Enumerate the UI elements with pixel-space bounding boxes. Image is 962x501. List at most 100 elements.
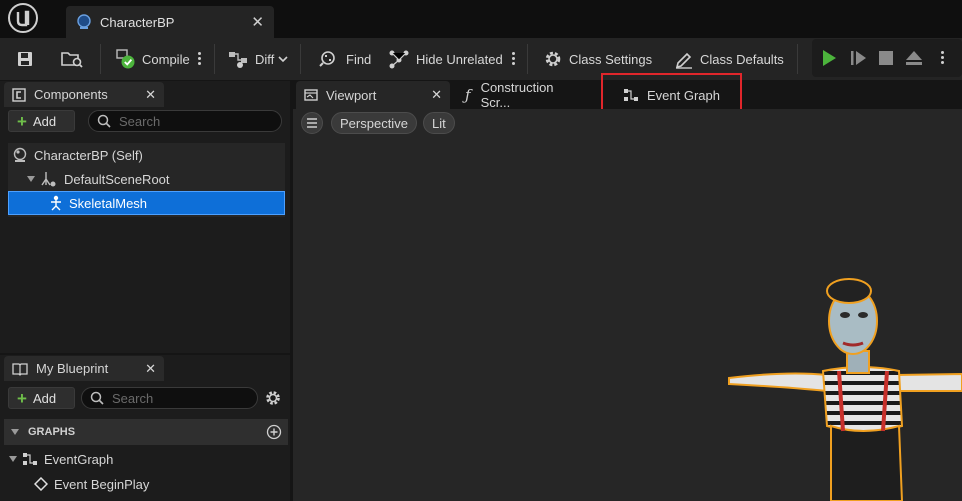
- event-diamond-icon: [34, 477, 48, 491]
- diff-button[interactable]: Diff: [221, 44, 294, 74]
- hide-unrelated-label: Hide Unrelated: [416, 51, 503, 67]
- diff-icon: [227, 49, 249, 69]
- my-blueprint-panel: + Add Search GRAPHS EventGraph Event Beg…: [0, 381, 290, 501]
- play-controls: [812, 39, 962, 77]
- add-graph-icon[interactable]: [266, 424, 282, 440]
- find-icon: [318, 49, 340, 69]
- chevron-down-icon: [278, 55, 288, 63]
- my-blueprint-add-label: Add: [32, 390, 57, 406]
- search-icon: [97, 114, 111, 128]
- compile-label: Compile: [142, 51, 190, 67]
- perspective-button[interactable]: Perspective: [331, 112, 417, 134]
- class-settings-label: Class Settings: [569, 51, 653, 67]
- tree-item-skeletalmesh[interactable]: SkeletalMesh: [8, 191, 285, 215]
- tab-label: Construction Scr...: [480, 80, 554, 110]
- compile-options-icon[interactable]: [197, 50, 201, 68]
- class-defaults-button[interactable]: Class Defaults: [668, 44, 790, 74]
- tree-item-characterbp[interactable]: CharacterBP (Self): [12, 143, 143, 167]
- document-tab[interactable]: CharacterBP ✕: [66, 6, 274, 38]
- toolbar-divider: [797, 44, 798, 74]
- graph-item-label: Event BeginPlay: [54, 476, 150, 492]
- graph-item-eventgraph[interactable]: EventGraph: [8, 447, 113, 471]
- toolbar-divider: [527, 44, 528, 74]
- hide-unrelated-button[interactable]: Hide Unrelated: [382, 44, 509, 74]
- settings-gear-icon[interactable]: [264, 389, 282, 407]
- search-placeholder: Search: [112, 390, 154, 406]
- components-search-input[interactable]: Search: [88, 110, 282, 132]
- folder-search-icon: [60, 49, 84, 69]
- components-add-label: Add: [32, 113, 57, 129]
- my-blueprint-search-input[interactable]: Search: [81, 387, 258, 409]
- graph-item-event-beginplay[interactable]: Event BeginPlay: [34, 472, 149, 496]
- browse-button[interactable]: [54, 44, 90, 74]
- close-tab-icon[interactable]: ✕: [431, 87, 442, 103]
- components-panel: + Add Search CharacterBP (Self) DefaultS…: [0, 107, 290, 353]
- search-icon: [90, 391, 104, 405]
- viewport-canvas[interactable]: Perspective Lit: [293, 109, 962, 501]
- toolbar-divider: [300, 44, 301, 74]
- viewport-icon: [304, 88, 318, 102]
- unreal-logo-icon[interactable]: [6, 1, 40, 35]
- plus-icon: +: [17, 388, 27, 408]
- components-title: Components: [34, 87, 108, 102]
- gear-icon: [543, 49, 563, 69]
- viewport-menu-button[interactable]: [301, 112, 323, 134]
- tab-viewport[interactable]: Viewport ✕: [296, 81, 450, 109]
- graphs-section-header[interactable]: GRAPHS: [4, 419, 288, 445]
- play-options-icon[interactable]: [940, 49, 944, 67]
- toolbar-divider: [100, 44, 101, 74]
- tree-item-label: CharacterBP (Self): [34, 147, 143, 163]
- stop-icon[interactable]: [878, 50, 894, 66]
- perspective-label: Perspective: [340, 115, 408, 131]
- compile-check-icon: [114, 48, 136, 70]
- title-bar: CharacterBP ✕: [0, 0, 962, 38]
- expand-arrow-icon[interactable]: [26, 174, 36, 184]
- save-button[interactable]: [10, 44, 40, 74]
- close-panel-icon[interactable]: ✕: [145, 87, 156, 103]
- my-blueprint-add-button[interactable]: + Add: [8, 387, 75, 409]
- graphs-section-title: GRAPHS: [28, 426, 76, 438]
- edit-pencil-icon: [674, 49, 694, 69]
- class-settings-button[interactable]: Class Settings: [537, 44, 658, 74]
- components-icon: [12, 87, 26, 102]
- collapse-arrow-icon: [10, 427, 20, 437]
- diff-label: Diff: [255, 51, 275, 67]
- tree-item-label: SkeletalMesh: [69, 195, 148, 211]
- component-tree: CharacterBP (Self) DefaultSceneRoot Skel…: [8, 143, 285, 217]
- components-tab[interactable]: Components ✕: [4, 82, 164, 107]
- tab-construction-script[interactable]: ƒ Construction Scr...: [457, 80, 587, 110]
- function-icon: ƒ: [465, 86, 471, 104]
- components-add-button[interactable]: + Add: [8, 110, 75, 132]
- search-placeholder: Search: [119, 113, 161, 129]
- document-tab-title: CharacterBP: [100, 14, 175, 30]
- plus-icon: +: [17, 111, 27, 131]
- toolbar-divider: [214, 44, 215, 74]
- actor-icon: [12, 147, 28, 163]
- book-icon: [12, 362, 28, 376]
- blueprint-class-icon: [76, 14, 92, 30]
- mime-character-mesh[interactable]: [727, 271, 962, 501]
- lit-button[interactable]: Lit: [423, 112, 455, 134]
- my-blueprint-tab[interactable]: My Blueprint ✕: [4, 356, 164, 381]
- graph-item-label: EventGraph: [44, 451, 114, 467]
- play-icon[interactable]: [820, 49, 838, 67]
- class-defaults-label: Class Defaults: [700, 51, 784, 67]
- eject-icon[interactable]: [905, 49, 923, 67]
- scene-root-icon: [40, 171, 58, 187]
- hide-unrelated-options-icon[interactable]: [511, 50, 515, 68]
- step-icon[interactable]: [850, 49, 868, 67]
- hide-unrelated-icon: [388, 49, 410, 69]
- close-panel-icon[interactable]: ✕: [145, 361, 156, 377]
- lit-label: Lit: [432, 115, 446, 131]
- hamburger-icon: [306, 118, 318, 128]
- my-blueprint-title: My Blueprint: [36, 361, 109, 376]
- tab-label: Viewport: [326, 87, 377, 103]
- tree-item-label: DefaultSceneRoot: [64, 171, 170, 187]
- find-button[interactable]: Find: [312, 44, 377, 74]
- compile-button[interactable]: Compile: [108, 44, 196, 74]
- skeletal-mesh-icon: [49, 195, 63, 211]
- expand-arrow-icon[interactable]: [8, 454, 18, 464]
- close-tab-icon[interactable]: ✕: [251, 13, 264, 31]
- save-icon: [16, 50, 34, 68]
- tree-item-defaultsceneroot[interactable]: DefaultSceneRoot: [26, 167, 170, 191]
